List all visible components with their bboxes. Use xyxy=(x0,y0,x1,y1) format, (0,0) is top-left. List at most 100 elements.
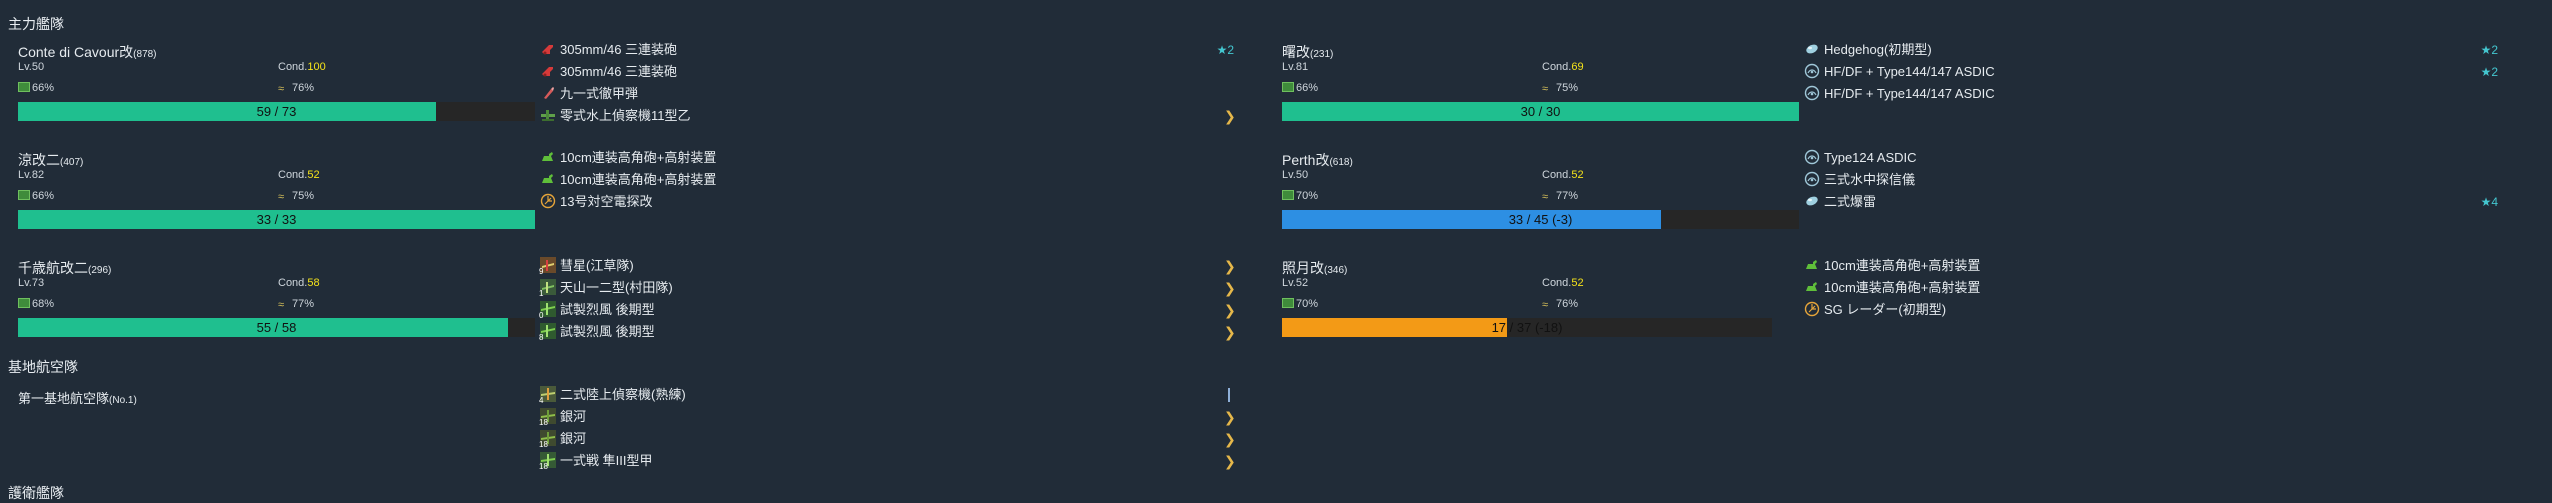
sonar-icon xyxy=(1804,85,1820,101)
equipment-name: 零式水上偵察機11型乙 xyxy=(560,108,691,123)
secondary-gun-green-icon xyxy=(540,149,556,165)
proficiency-bar-icon xyxy=(1228,388,1230,402)
equipment-item[interactable]: HF/DF + Type144/147 ASDIC ★2 xyxy=(1804,61,2498,83)
ammo-status: ≈77% xyxy=(1542,190,1579,203)
ammo-icon: ≈ xyxy=(278,299,285,311)
equipment-name: 10cm連装高角砲+高射装置 xyxy=(560,150,717,165)
base-air-title: 基地航空隊 xyxy=(8,359,78,375)
fuel-status: 70% xyxy=(1282,298,1318,310)
slot-count: 4 xyxy=(539,396,544,405)
hp-text: 33 / 45 (-3) xyxy=(1508,212,1573,227)
land-bomber-icon: 18 xyxy=(539,430,556,449)
equipment-item[interactable]: Hedgehog(初期型) ★2 xyxy=(1804,39,2498,61)
equipment-item[interactable]: 0 試製烈風 後期型 ❯ xyxy=(539,299,1236,321)
equipment-item[interactable]: 9 彗星(江草隊) ❯ xyxy=(539,255,1236,277)
ship-name[interactable]: Conte di Cavour改(878) xyxy=(18,42,157,62)
ammo-value: 76% xyxy=(292,82,315,94)
equipment-item[interactable]: 10cm連装高角砲+高射装置 xyxy=(1804,277,2498,299)
equipment-item[interactable]: 13号対空電探改 xyxy=(540,191,1234,213)
main-fleet-title: 主力艦隊 xyxy=(8,16,64,32)
slot-count: 18 xyxy=(539,440,548,449)
seaplane-recon-icon xyxy=(540,107,556,123)
sonar-icon xyxy=(1804,63,1820,79)
hp-bar: 55 / 58 xyxy=(18,318,535,337)
squadron-name-text: 第一基地航空隊 xyxy=(18,391,110,406)
equipment-item[interactable]: 1 天山一二型(村田隊) ❯ xyxy=(539,277,1236,299)
fuel-value: 70% xyxy=(1296,298,1319,310)
equipment-item[interactable]: 九一式徹甲弾 xyxy=(540,83,1234,105)
equipment-item[interactable]: SG レーダー(初期型) xyxy=(1804,299,2498,321)
equipment-name: 彗星(江草隊) xyxy=(560,258,634,273)
equipment-item[interactable]: 305mm/46 三連装砲 xyxy=(540,61,1234,83)
ship-name[interactable]: 曙改(231) xyxy=(1282,42,1333,62)
equipment-item[interactable]: 8 試製烈風 後期型 ❯ xyxy=(539,321,1236,343)
ship-name[interactable]: 涼改二(407) xyxy=(18,150,83,170)
cond-label: Cond. xyxy=(1542,169,1572,181)
ship-cond: Cond.100 xyxy=(278,61,326,73)
equipment-name: 10cm連装高角砲+高射装置 xyxy=(1824,280,1981,295)
ammo-value: 76% xyxy=(1556,298,1579,310)
fuel-icon xyxy=(18,190,30,200)
ap-shell-icon xyxy=(540,85,556,101)
fuel-status: 66% xyxy=(18,82,54,94)
equipment-item[interactable]: 18 一式戦 隼III型甲 ❯ xyxy=(539,450,1236,472)
hp-text: 17 / 37 (-18) xyxy=(1491,320,1563,335)
equipment-item[interactable]: 18 銀河 ❯ xyxy=(539,428,1236,450)
ammo-icon: ≈ xyxy=(1542,83,1549,95)
equipment-name: 305mm/46 三連装砲 xyxy=(560,64,678,79)
slot-count: 1 xyxy=(539,289,544,298)
equipment-item[interactable]: HF/DF + Type144/147 ASDIC xyxy=(1804,83,2498,105)
equipment-item[interactable]: 4 二式陸上偵察機(熟練) xyxy=(539,384,1234,406)
ammo-value: 75% xyxy=(1556,82,1579,94)
equipment-item[interactable]: 305mm/46 三連装砲 ★2 xyxy=(540,39,1234,61)
equipment-name: Hedgehog(初期型) xyxy=(1824,42,1932,57)
ammo-status: ≈76% xyxy=(1542,298,1579,311)
ammo-value: 77% xyxy=(1556,190,1579,202)
ship-name-text: Perth改 xyxy=(1282,152,1330,168)
hp-text: 33 / 33 xyxy=(256,212,297,227)
ship-name[interactable]: Perth改(618) xyxy=(1282,150,1353,170)
ship-level: Lv.50 xyxy=(18,61,45,73)
ammo-status: ≈77% xyxy=(278,298,314,311)
equipment-item[interactable]: 三式水中探信儀 xyxy=(1804,169,2498,191)
proficiency-chevron-icon: ❯ xyxy=(1224,431,1236,447)
ship-level: Lv.82 xyxy=(18,169,45,181)
fuel-status: 70% xyxy=(1282,190,1318,202)
depth-charge-icon xyxy=(1804,41,1820,57)
base-air-squadron-name[interactable]: 第一基地航空隊(No.1) xyxy=(18,388,137,407)
hp-bar: 30 / 30 xyxy=(1282,102,1799,121)
equipment-item[interactable]: 10cm連装高角砲+高射装置 xyxy=(540,169,1234,191)
equipment-item[interactable]: 18 銀河 ❯ xyxy=(539,406,1236,428)
fuel-value: 68% xyxy=(32,298,55,310)
ship-name[interactable]: 照月改(346) xyxy=(1282,258,1347,278)
main-gun-red-icon xyxy=(540,41,556,57)
equipment-name: 10cm連装高角砲+高射装置 xyxy=(1824,258,1981,273)
equipment-name: 試製烈風 後期型 xyxy=(560,302,655,317)
ship-name[interactable]: 千歳航改二(296) xyxy=(18,258,111,278)
fuel-status: 68% xyxy=(18,298,54,310)
dive-bomber-icon: 9 xyxy=(539,257,556,276)
ship-id: (346) xyxy=(1324,265,1348,276)
equipment-list: 10cm連装高角砲+高射装置 10cm連装高角砲+高射装置 SG レーダー(初期型) xyxy=(1804,255,2498,321)
proficiency-chevron-icon: ❯ xyxy=(1224,280,1236,296)
equipment-item[interactable]: 10cm連装高角砲+高射装置 xyxy=(1804,255,2498,277)
slot-count: 0 xyxy=(539,311,544,320)
ship-level: Lv.52 xyxy=(1282,277,1309,289)
ammo-icon: ≈ xyxy=(1542,299,1549,311)
hp-text: 30 / 30 xyxy=(1520,104,1561,119)
equipment-name: 二式爆雷 xyxy=(1824,194,1877,209)
equipment-name: 二式陸上偵察機(熟練) xyxy=(560,387,686,402)
equipment-item[interactable]: 10cm連装高角砲+高射装置 xyxy=(540,147,1234,169)
proficiency-chevron-icon: ❯ xyxy=(1224,409,1236,425)
fuel-status: 66% xyxy=(18,190,54,202)
hp-bar: 59 / 73 xyxy=(18,102,535,121)
equipment-name: 試製烈風 後期型 xyxy=(560,324,655,339)
equipment-item[interactable]: Type124 ASDIC xyxy=(1804,147,2498,169)
ship-cond: Cond.58 xyxy=(278,277,320,289)
equipment-list: 10cm連装高角砲+高射装置 10cm連装高角砲+高射装置 13号対空電探改 xyxy=(540,147,1234,213)
proficiency-chevron-icon: ❯ xyxy=(1224,453,1236,469)
improvement-star: ★2 xyxy=(2480,43,2498,57)
equipment-item[interactable]: 零式水上偵察機11型乙 ❯ xyxy=(540,105,1236,127)
equipment-item[interactable]: 二式爆雷 ★4 xyxy=(1804,191,2498,213)
radar-icon xyxy=(1804,301,1820,317)
